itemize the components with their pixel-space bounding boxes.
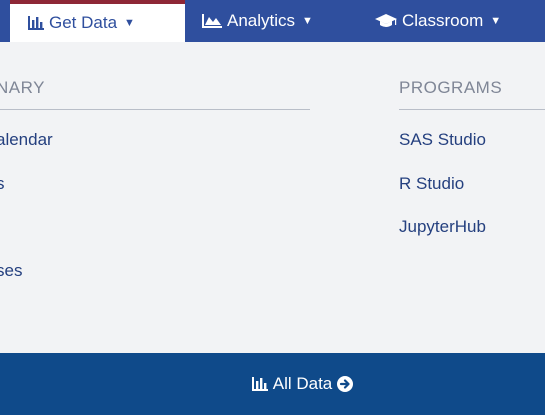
arrow-circle-right-icon (337, 376, 354, 392)
all-data-label: All Data (272, 374, 333, 393)
nav-classroom-label: Classroom (402, 11, 484, 30)
bar-chart-icon (28, 16, 44, 30)
nav-classroom[interactable]: Classroom ▼ (375, 0, 501, 42)
nav-get-data-label: Get Data (49, 13, 118, 32)
menu-link-left-3[interactable]: ses (0, 261, 22, 281)
get-data-dropdown-panel: NARY alendar s ses PROGRAMS SAS Studio R… (0, 42, 545, 353)
nav-get-data[interactable]: Get Data ▼ (10, 0, 185, 42)
top-navbar: Get Data ▼ Analytics ▼ Classroom ▼ (0, 0, 545, 42)
bar-chart-icon (251, 377, 268, 391)
caret-down-icon: ▼ (302, 15, 313, 27)
graduation-cap-icon (375, 13, 397, 29)
dropdown-footer: All Data (0, 353, 545, 415)
left-column-divider (0, 109, 310, 110)
menu-link-jupyterhub[interactable]: JupyterHub (399, 217, 486, 237)
left-column-heading: NARY (0, 78, 45, 97)
all-data-link[interactable]: All Data (251, 374, 354, 394)
programs-heading: PROGRAMS (399, 78, 503, 97)
menu-link-left-2[interactable]: s (0, 174, 5, 194)
programs-divider (399, 109, 545, 110)
caret-down-icon: ▼ (124, 17, 135, 29)
nav-analytics-label: Analytics (227, 11, 296, 30)
area-chart-icon (202, 14, 222, 28)
caret-down-icon: ▼ (490, 15, 502, 27)
menu-link-sas-studio[interactable]: SAS Studio (399, 130, 486, 150)
menu-link-calendar[interactable]: alendar (0, 130, 53, 150)
nav-analytics[interactable]: Analytics ▼ (202, 0, 313, 42)
menu-link-r-studio[interactable]: R Studio (399, 174, 464, 194)
